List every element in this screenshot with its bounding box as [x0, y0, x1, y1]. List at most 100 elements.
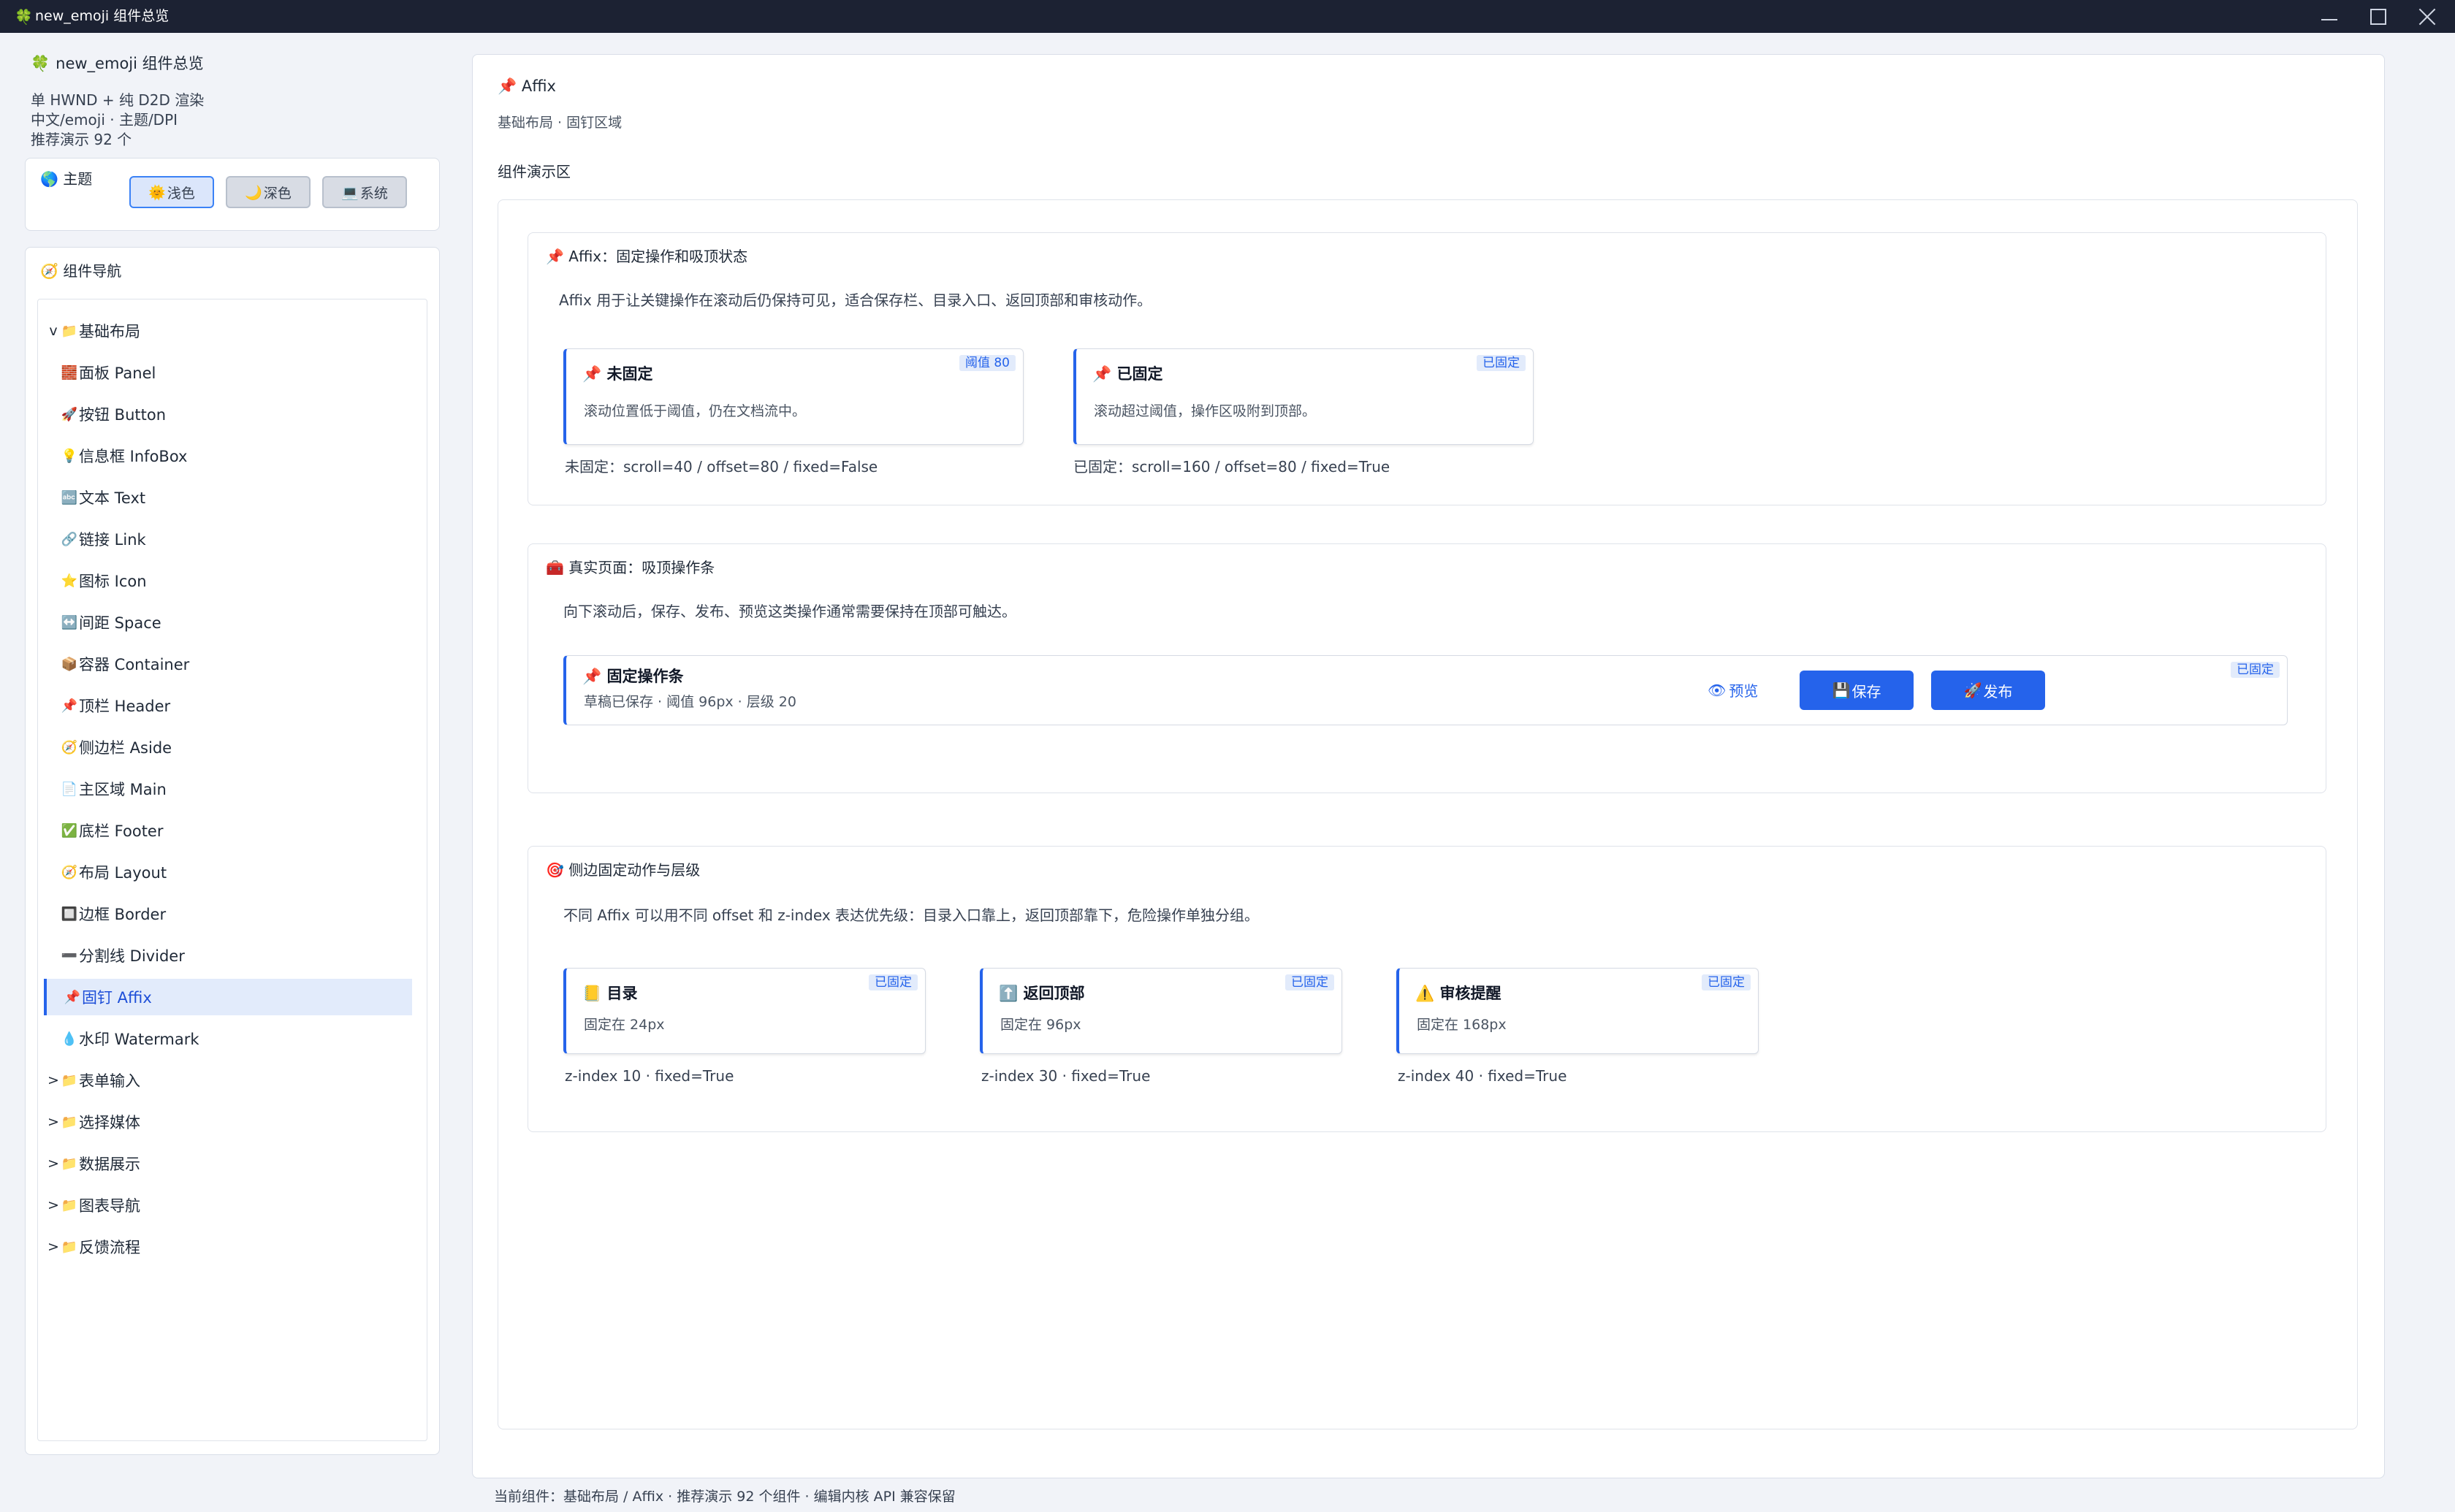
pin-icon: 📌 [546, 248, 564, 265]
theme-system-button[interactable]: 💻 系统 [322, 176, 407, 208]
warning-icon: ⚠️ [1415, 985, 1435, 1002]
section-title: 🎯 侧边固定动作与层级 [546, 861, 701, 879]
nav-item-border[interactable]: 🔲 边框 Border [38, 896, 427, 932]
page-title: 📌 Affix [498, 77, 556, 95]
section-affix-states: 📌 Affix：固定操作和吸顶状态 Affix 用于让关键操作在滚动后仍保持可见… [528, 232, 2326, 505]
check-icon: ✅ [61, 822, 78, 839]
nav-item-affix[interactable]: 📌 固钉 Affix [44, 979, 412, 1015]
nav-group-basic-layout[interactable]: v 📁 基础布局 [38, 313, 427, 349]
theme-light-button[interactable]: 🌞 浅色 [129, 176, 214, 208]
link-icon: 🔗 [61, 531, 78, 547]
sticky-action-bar: 📌 固定操作条 草稿已保存 · 阈值 96px · 层级 20 👁 预览 💾 保存 … [563, 655, 2288, 725]
compass-icon: 🧭 [40, 262, 58, 280]
nav-group-chart-nav[interactable]: > 📁 图表导航 [38, 1187, 427, 1223]
chevron-right-icon: > [47, 1072, 59, 1088]
threshold-badge: 阈值 80 [959, 355, 1016, 371]
page-subtitle: 基础布局 · 固钉区域 [498, 115, 623, 131]
toolbox-icon: 🧰 [546, 559, 564, 576]
card-title: 📌 未固定 [582, 365, 653, 383]
info-line: 单 HWND + 纯 D2D 渲染 [31, 91, 205, 109]
fixed-badge: 已固定 [1702, 974, 1751, 990]
chevron-right-icon: > [47, 1197, 59, 1213]
chevron-right-icon: > [47, 1114, 59, 1130]
theme-panel: 🌎 主题 🌞 浅色 🌙 深色 💻 系统 [25, 158, 440, 231]
card-desc: 固定在 168px [1417, 1017, 1507, 1033]
close-button[interactable] [2405, 0, 2449, 33]
rocket-icon: 🚀 [1963, 681, 1982, 699]
fixed-badge: 已固定 [1285, 974, 1334, 990]
maximize-button[interactable] [2356, 0, 2400, 33]
close-icon [2418, 7, 2437, 26]
fixed-badge: 已固定 [869, 974, 918, 990]
laptop-icon: 💻 [341, 184, 359, 201]
rocket-icon: 🚀 [61, 406, 78, 422]
nav-label: 🧭 组件导航 [40, 262, 122, 280]
text-icon: 🔤 [61, 489, 78, 505]
page-icon: 📄 [61, 781, 78, 797]
chevron-down-icon: v [49, 323, 58, 339]
card-desc: 固定在 96px [1000, 1017, 1081, 1033]
nav-group-select-media[interactable]: > 📁 选择媒体 [38, 1104, 427, 1140]
fixed-badge: 已固定 [1477, 355, 1526, 371]
chevron-right-icon: > [47, 1156, 59, 1172]
info-line: 推荐演示 92 个 [31, 131, 132, 148]
save-button[interactable]: 💾 保存 [1800, 671, 1914, 710]
info-line: 中文/emoji · 主题/DPI [31, 111, 178, 129]
eye-icon: 👁 [1708, 681, 1727, 699]
chevron-right-icon: > [47, 1239, 59, 1255]
nav-group-form-input[interactable]: > 📁 表单输入 [38, 1062, 427, 1099]
pin-icon: 📌 [498, 77, 517, 95]
section-title: 📌 Affix：固定操作和吸顶状态 [546, 248, 748, 265]
nav-group-feedback-flow[interactable]: > 📁 反馈流程 [38, 1229, 427, 1265]
bar-title: 📌 固定操作条 [582, 668, 684, 685]
nav-item-footer[interactable]: ✅ 底栏 Footer [38, 812, 427, 849]
folder-icon: 📁 [61, 323, 78, 339]
nav-item-container[interactable]: 📦 容器 Container [38, 646, 427, 682]
theme-dark-button[interactable]: 🌙 深色 [226, 176, 311, 208]
brick-icon: 🧱 [61, 364, 78, 381]
nav-tree[interactable]: v 📁 基础布局 🧱 面板 Panel 🚀 按钮 Button 💡 信息框 InfoBox… [37, 299, 427, 1441]
nav-item-link[interactable]: 🔗 链接 Link [38, 521, 427, 557]
clover-icon: 🍀 [15, 8, 33, 26]
component-nav-panel: 🧭 组件导航 v 📁 基础布局 🧱 面板 Panel 🚀 按钮 Button 💡 信息框 … [25, 247, 440, 1455]
publish-button[interactable]: 🚀 发布 [1931, 671, 2045, 710]
folder-icon: 📁 [61, 1239, 78, 1255]
nav-item-divider[interactable]: ➖ 分割线 Divider [38, 937, 427, 974]
preview-button[interactable]: 👁 预览 [1708, 679, 1758, 700]
nav-item-button[interactable]: 🚀 按钮 Button [38, 396, 427, 432]
title-bar: 🍀 new_emoji 组件总览 [0, 0, 2455, 33]
theme-label: 🌎 主题 [40, 170, 93, 188]
nav-item-watermark[interactable]: 💧 水印 Watermark [38, 1020, 427, 1057]
pin-icon: 📌 [61, 698, 78, 714]
status-review-alert: z-index 40 · fixed=True [1398, 1067, 1567, 1085]
section-desc: 不同 Affix 可以用不同 offset 和 z-index 表达优先级：目录… [563, 906, 1260, 924]
minimize-button[interactable] [2307, 0, 2351, 33]
nav-item-infobox[interactable]: 💡 信息框 InfoBox [38, 438, 427, 474]
nav-item-icon[interactable]: ⭐ 图标 Icon [38, 562, 427, 599]
moon-icon: 🌙 [245, 184, 262, 201]
star-icon: ⭐ [61, 573, 78, 589]
nav-item-layout[interactable]: 🧭 布局 Layout [38, 854, 427, 890]
section-side-fixed-actions: 🎯 侧边固定动作与层级 不同 Affix 可以用不同 offset 和 z-in… [528, 846, 2326, 1132]
window-title: new_emoji 组件总览 [35, 8, 170, 24]
droplet-icon: 💧 [61, 1031, 78, 1047]
pin-icon: 📌 [582, 668, 602, 685]
nav-group-data-display[interactable]: > 📁 数据展示 [38, 1145, 427, 1182]
nav-item-space[interactable]: ↔️ 间距 Space [38, 604, 427, 641]
card-title: 📌 已固定 [1092, 365, 1163, 383]
card-desc: 固定在 24px [584, 1017, 665, 1033]
folder-icon: 📁 [61, 1072, 78, 1088]
nav-item-text[interactable]: 🔤 文本 Text [38, 479, 427, 516]
maximize-icon [2370, 8, 2386, 25]
nav-item-panel[interactable]: 🧱 面板 Panel [38, 354, 427, 391]
square-icon: 🔲 [61, 906, 78, 922]
sidebar-app-title: new_emoji 组件总览 [56, 55, 204, 72]
affix-card-toc: 📒 目录 固定在 24px 已固定 [563, 968, 926, 1054]
notebook-icon: 📒 [582, 985, 602, 1002]
sidebar-info: 单 HWND + 纯 D2D 渲染 中文/emoji · 主题/DPI 推荐演示… [31, 91, 204, 150]
nav-item-header[interactable]: 📌 顶栏 Header [38, 687, 427, 724]
section-title: 🧰 真实页面：吸顶操作条 [546, 559, 715, 576]
nav-item-main[interactable]: 📄 主区域 Main [38, 771, 427, 807]
nav-item-aside[interactable]: 🧭 侧边栏 Aside [38, 729, 427, 765]
affix-card-fixed: 📌 已固定 滚动超过阈值，操作区吸附到顶部。 已固定 [1073, 348, 1534, 445]
